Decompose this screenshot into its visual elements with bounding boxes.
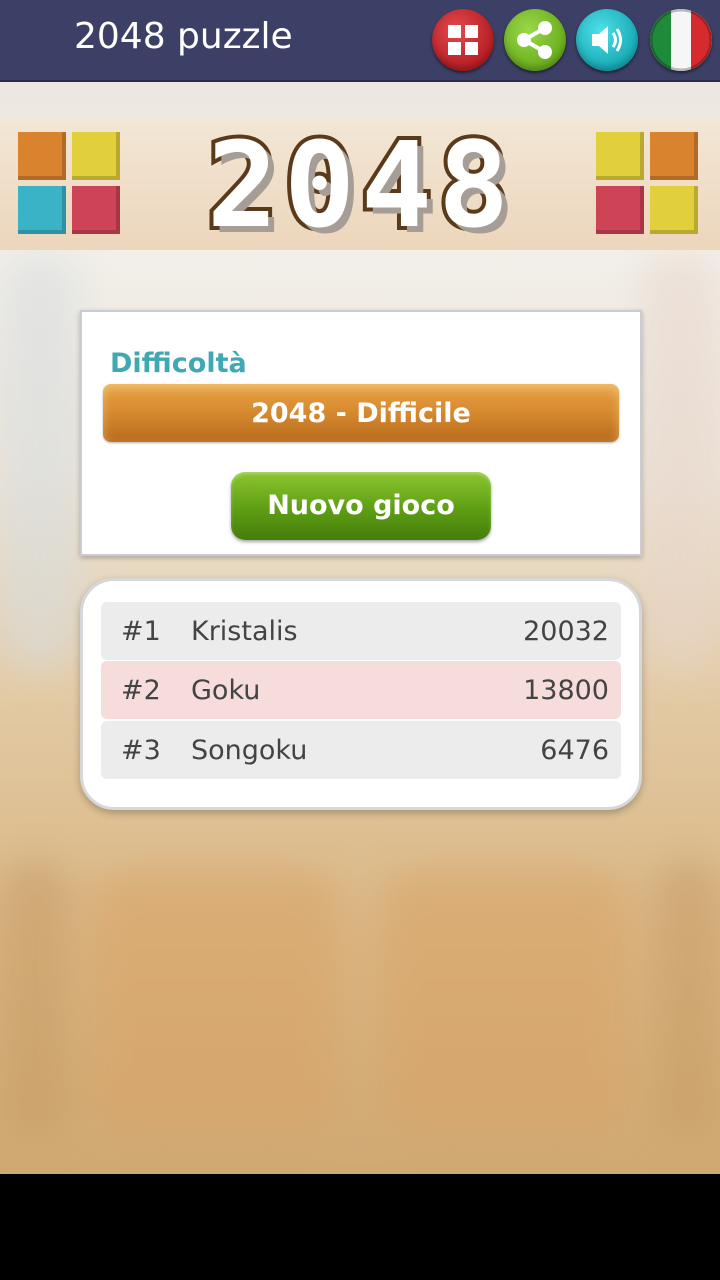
game-logo: 2048 <box>140 116 582 254</box>
player-name: Goku <box>191 675 261 706</box>
grid-icon <box>448 25 478 55</box>
top-bar: 2048 puzzle <box>0 0 720 82</box>
decor-tile <box>596 132 644 180</box>
logo-text: 2048 <box>203 116 516 254</box>
player-score: 20032 <box>523 616 609 647</box>
difficulty-label: Difficoltà <box>110 348 247 379</box>
difficulty-select[interactable]: 2048 - Difficile <box>103 384 619 442</box>
rank: #3 <box>121 735 161 766</box>
background-blur <box>0 250 80 670</box>
decor-tile <box>72 186 120 234</box>
app-screen: 2048 puzzle 2048 Difficoltà 2048 - Diffi… <box>0 0 720 1174</box>
more-games-button[interactable] <box>432 9 494 71</box>
background-blur <box>0 860 70 1140</box>
share-button[interactable] <box>504 9 566 71</box>
leaderboard-row: #3 Songoku 6476 <box>101 721 621 779</box>
speaker-icon <box>592 26 622 54</box>
leaderboard-row: #1 Kristalis 20032 <box>101 602 621 660</box>
player-score: 6476 <box>540 735 609 766</box>
leaderboard-row: #2 Goku 13800 <box>101 661 621 719</box>
decor-tile <box>72 132 120 180</box>
rank: #1 <box>121 616 161 647</box>
decor-tile <box>18 132 66 180</box>
app-title: 2048 puzzle <box>74 16 293 57</box>
background-blur <box>380 870 630 1130</box>
background-blur <box>640 250 720 670</box>
player-score: 13800 <box>523 675 609 706</box>
player-name: Songoku <box>191 735 308 766</box>
leaderboard: #1 Kristalis 20032 #2 Goku 13800 #3 Song… <box>80 578 642 810</box>
rank: #2 <box>121 675 161 706</box>
language-button[interactable] <box>650 9 712 71</box>
player-name: Kristalis <box>191 616 298 647</box>
background-blur <box>90 870 340 1130</box>
share-icon <box>517 21 552 59</box>
decor-tile <box>650 186 698 234</box>
decor-tile <box>18 186 66 234</box>
decor-tile <box>596 186 644 234</box>
italy-flag-icon <box>650 9 712 71</box>
background-blur <box>655 860 720 1140</box>
decor-tile <box>650 132 698 180</box>
sound-button[interactable] <box>576 9 638 71</box>
new-game-button[interactable]: Nuovo gioco <box>231 472 491 540</box>
settings-panel: Difficoltà 2048 - Difficile Nuovo gioco <box>80 310 642 556</box>
